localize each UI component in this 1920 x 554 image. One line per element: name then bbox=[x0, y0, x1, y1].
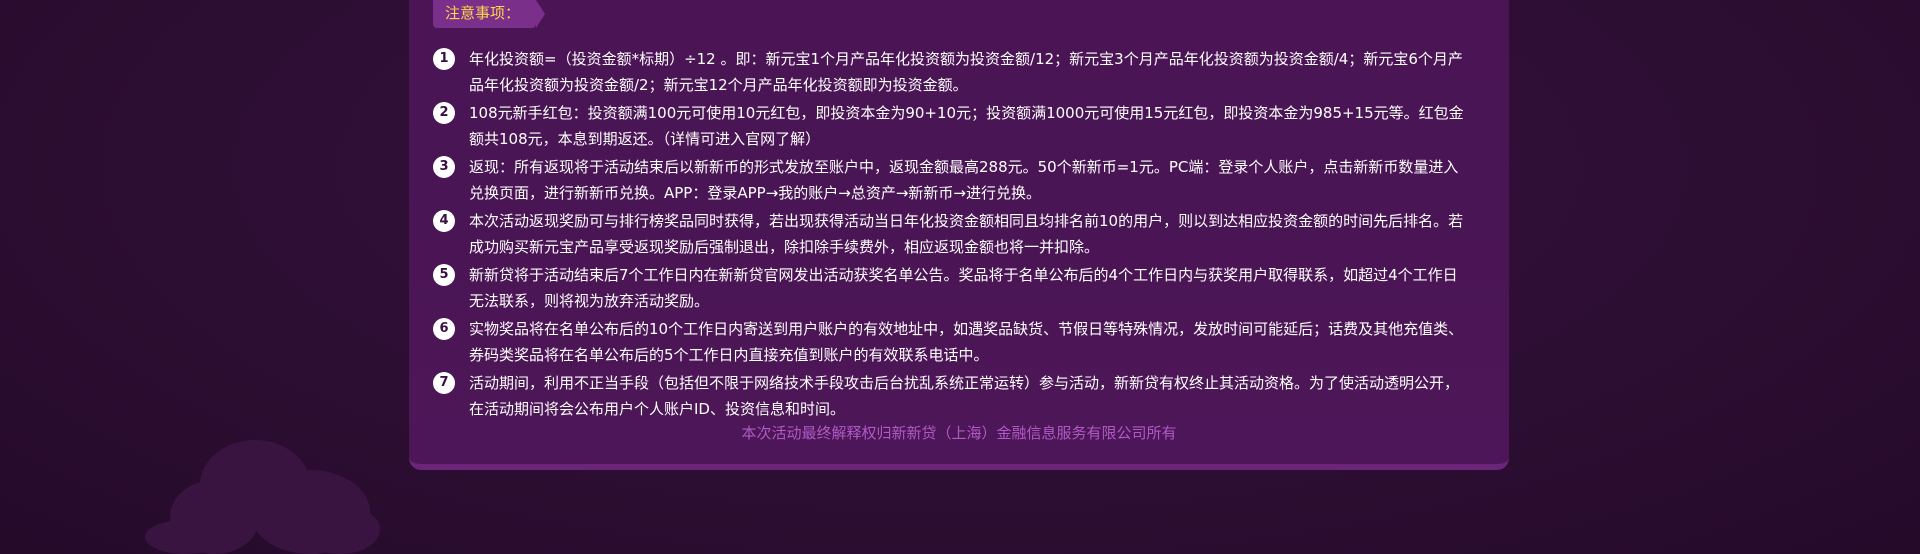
rule-number-badge: 2 bbox=[433, 102, 455, 124]
rule-text: 年化投资额=（投资金额*标期）÷12 。即：新元宝1个月产品年化投资额为投资金额… bbox=[469, 50, 1463, 94]
rule-number-badge: 4 bbox=[433, 210, 455, 232]
rule-item: 5 新新贷将于活动结束后7个工作日内在新新贷官网发出活动获奖名单公告。奖品将于名… bbox=[433, 262, 1481, 314]
notice-panel: 注意事项： 1 年化投资额=（投资金额*标期）÷12 。即：新元宝1个月产品年化… bbox=[409, 0, 1509, 470]
rule-number-badge: 3 bbox=[433, 156, 455, 178]
rule-item: 3 返现：所有返现将于活动结束后以新新币的形式发放至账户中，返现金额最高288元… bbox=[433, 154, 1481, 206]
rule-text: 实物奖品将在名单公布后的10个工作日内寄送到用户账户的有效地址中，如遇奖品缺货、… bbox=[469, 320, 1464, 364]
rule-number-badge: 5 bbox=[433, 264, 455, 286]
notice-tag: 注意事项： bbox=[433, 0, 546, 28]
rule-item: 6 实物奖品将在名单公布后的10个工作日内寄送到用户账户的有效地址中，如遇奖品缺… bbox=[433, 316, 1481, 368]
rule-text: 108元新手红包：投资额满100元可使用10元红包，即投资本金为90+10元；投… bbox=[469, 104, 1464, 148]
rule-item: 4 本次活动返现奖励可与排行榜奖品同时获得，若出现获得活动当日年化投资金额相同且… bbox=[433, 208, 1481, 260]
rule-number-badge: 6 bbox=[433, 318, 455, 340]
rules-list: 1 年化投资额=（投资金额*标期）÷12 。即：新元宝1个月产品年化投资额为投资… bbox=[433, 46, 1481, 424]
copyright-footer: 本次活动最终解释权归新新贷（上海）金融信息服务有限公司所有 bbox=[741, 424, 1177, 442]
rule-text: 本次活动返现奖励可与排行榜奖品同时获得，若出现获得活动当日年化投资金额相同且均排… bbox=[469, 212, 1464, 256]
rule-number-badge: 1 bbox=[433, 48, 455, 70]
rule-item: 7 活动期间，利用不正当手段（包括但不限于网络技术手段攻击后台扰乱系统正常运转）… bbox=[433, 370, 1481, 422]
rule-text: 新新贷将于活动结束后7个工作日内在新新贷官网发出活动获奖名单公告。奖品将于名单公… bbox=[469, 266, 1458, 310]
rule-item: 1 年化投资额=（投资金额*标期）÷12 。即：新元宝1个月产品年化投资额为投资… bbox=[433, 46, 1481, 98]
rule-item: 2 108元新手红包：投资额满100元可使用10元红包，即投资本金为90+10元… bbox=[433, 100, 1481, 152]
rule-number-badge: 7 bbox=[433, 372, 455, 394]
rule-text: 返现：所有返现将于活动结束后以新新币的形式发放至账户中，返现金额最高288元。5… bbox=[469, 158, 1459, 202]
rule-text: 活动期间，利用不正当手段（包括但不限于网络技术手段攻击后台扰乱系统正常运转）参与… bbox=[469, 374, 1460, 418]
